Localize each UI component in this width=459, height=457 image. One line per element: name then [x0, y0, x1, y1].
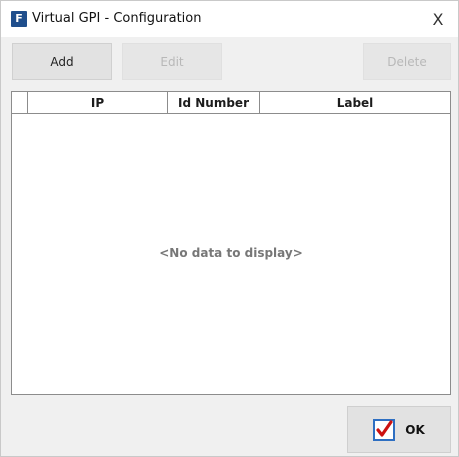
- column-header-label[interactable]: Label: [260, 92, 450, 113]
- window-title: Virtual GPI - Configuration: [32, 11, 202, 26]
- add-button[interactable]: Add: [12, 43, 112, 80]
- grid-header: IP Id Number Label: [12, 92, 450, 114]
- dialog-window: F Virtual GPI - Configuration X Add Edit…: [0, 0, 459, 457]
- ok-button[interactable]: OK: [347, 406, 451, 453]
- app-icon: F: [11, 11, 27, 27]
- edit-button[interactable]: Edit: [122, 43, 222, 80]
- title-bar: F Virtual GPI - Configuration X: [1, 1, 458, 37]
- delete-button[interactable]: Delete: [363, 43, 451, 80]
- close-button[interactable]: X: [418, 1, 458, 37]
- empty-grid-message: <No data to display>: [159, 246, 303, 260]
- close-icon: X: [432, 9, 444, 29]
- data-grid[interactable]: IP Id Number Label <No data to display>: [11, 91, 451, 395]
- ok-label: OK: [405, 422, 425, 437]
- row-selector-header: [12, 92, 28, 113]
- checkmark-icon: [373, 418, 396, 441]
- column-header-ip[interactable]: IP: [28, 92, 168, 113]
- column-header-id-number[interactable]: Id Number: [168, 92, 260, 113]
